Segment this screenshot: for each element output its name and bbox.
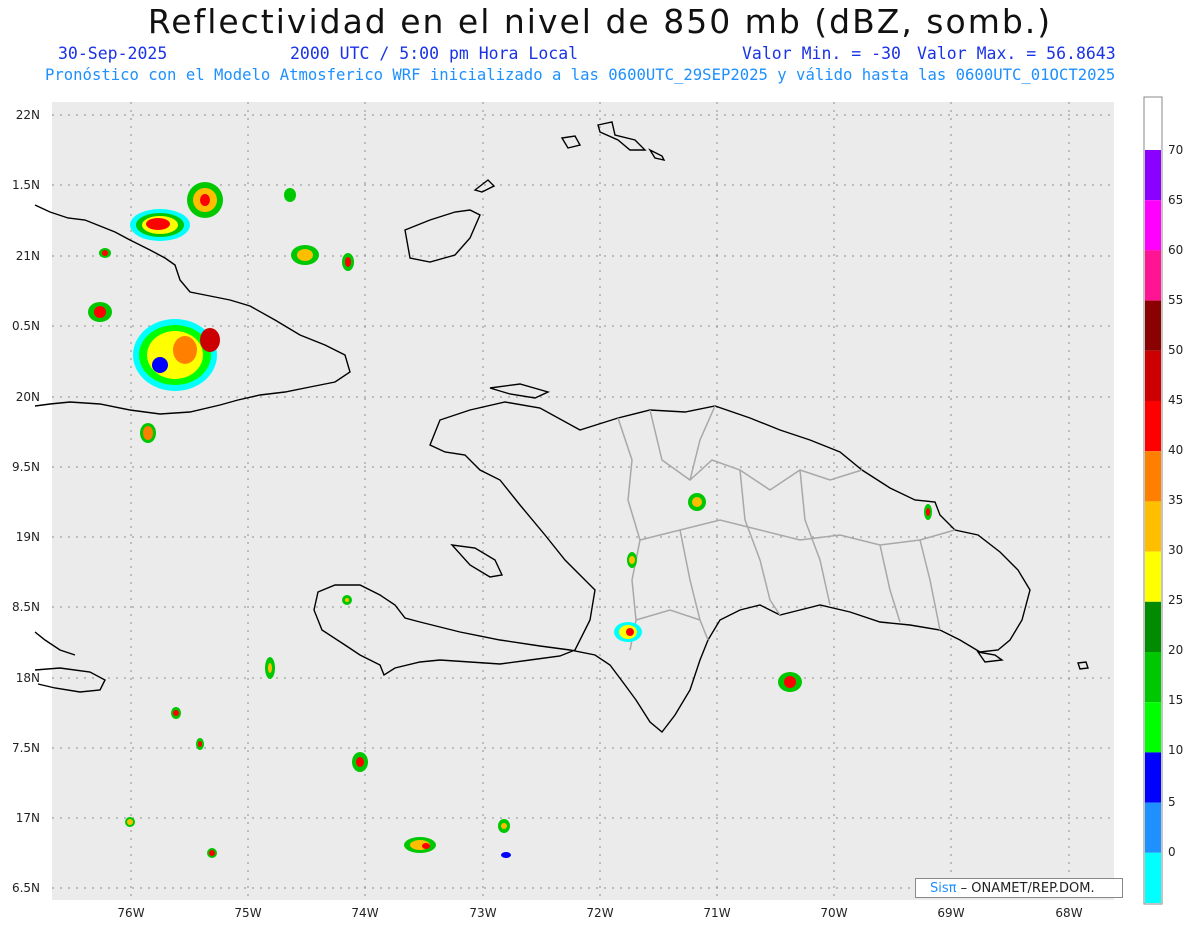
colorbar-swatch [1145, 802, 1161, 853]
lat-label: 22N [15, 108, 40, 122]
colorbar-swatch [1145, 652, 1161, 703]
colorbar-swatch [1145, 501, 1161, 552]
colorbar-swatch [1145, 451, 1161, 502]
colorbar-swatch [1145, 401, 1161, 452]
colorbar-label: 10 [1168, 743, 1184, 757]
inagua-island [404, 209, 481, 263]
colorbar [1145, 150, 1161, 903]
colorbar-label: 15 [1168, 693, 1184, 707]
colorbar-swatch [1145, 601, 1161, 652]
colorbar-label: 30 [1168, 543, 1184, 557]
jamaica-coast [34, 667, 106, 693]
colorbar-label: 45 [1168, 393, 1184, 407]
lat-label: 7.5N [11, 741, 40, 755]
colorbar-label: 70 [1168, 143, 1184, 157]
colorbar-swatch [1145, 350, 1161, 401]
colorbar-swatch [1145, 752, 1161, 803]
saona-island [976, 651, 1004, 663]
coastlines [34, 121, 1089, 734]
cuba-west-coast [34, 631, 76, 656]
credit-text: – ONAMET/REP.DOM. [960, 881, 1095, 896]
colorbar-label: 20 [1168, 643, 1184, 657]
lon-label: 75W [234, 906, 262, 920]
colorbar-swatch [1145, 200, 1161, 251]
lat-label: 0.5N [11, 319, 40, 333]
mayaguana-island [473, 179, 496, 193]
lon-label: 76W [117, 906, 145, 920]
colorbar-label: 5 [1168, 795, 1176, 809]
graticule [52, 102, 1114, 900]
lat-label: 19N [15, 530, 40, 544]
colorbar-swatch [1145, 551, 1161, 602]
lat-label: 17N [15, 811, 40, 825]
colorbar-label: 50 [1168, 343, 1184, 357]
lat-label: 6.5N [11, 881, 40, 895]
lon-label: 73W [469, 906, 497, 920]
colorbar-label: 60 [1168, 243, 1184, 257]
credit-box: Sisπ – ONAMET/REP.DOM. [915, 878, 1123, 898]
lon-label: 68W [1055, 906, 1083, 920]
lon-label: 70W [820, 906, 848, 920]
colorbar-label: 65 [1168, 193, 1184, 207]
colorbar-swatch [1145, 250, 1161, 301]
lat-label: 20N [15, 390, 40, 404]
sispi-logo: Sisπ [930, 881, 957, 896]
colorbar-swatch [1145, 702, 1161, 753]
colorbar-swatch [1145, 852, 1161, 903]
mona-island [1077, 661, 1089, 670]
turks-caicos [560, 135, 666, 162]
lat-label: 9.5N [11, 460, 40, 474]
colorbar-label: 0 [1168, 845, 1176, 859]
lat-label: 8.5N [11, 600, 40, 614]
map-canvas [34, 96, 1163, 905]
lon-label: 71W [703, 906, 731, 920]
lat-label: 18N [15, 671, 40, 685]
colorbar-label: 40 [1168, 443, 1184, 457]
lat-label: 21N [15, 249, 40, 263]
lon-label: 74W [351, 906, 379, 920]
colorbar-label: 35 [1168, 493, 1184, 507]
tortuga-island [489, 383, 551, 399]
lon-label: 72W [586, 906, 614, 920]
colorbar-label: 55 [1168, 293, 1184, 307]
lat-label: 1.5N [11, 178, 40, 192]
colorbar-swatch [1145, 150, 1161, 201]
lon-label: 69W [937, 906, 965, 920]
colorbar-label: 25 [1168, 593, 1184, 607]
hispaniola-coast [313, 401, 1031, 734]
gonave-island [450, 544, 504, 578]
acklins-island [597, 121, 647, 151]
colorbar-swatch [1145, 300, 1161, 351]
